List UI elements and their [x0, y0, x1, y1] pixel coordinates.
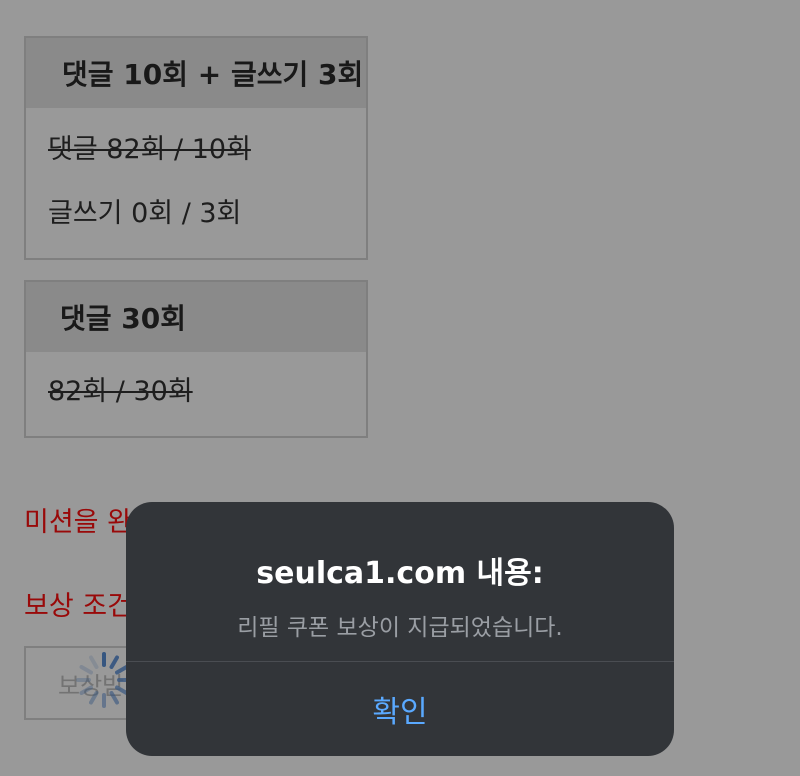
- dialog-message: 리필 쿠폰 보상이 지급되었습니다.: [237, 615, 563, 641]
- dialog-title: seulca1.com 내용:: [256, 556, 544, 591]
- confirm-button[interactable]: 확인: [126, 662, 674, 756]
- alert-dialog: seulca1.com 내용: 리필 쿠폰 보상이 지급되었습니다. 확인: [126, 502, 674, 756]
